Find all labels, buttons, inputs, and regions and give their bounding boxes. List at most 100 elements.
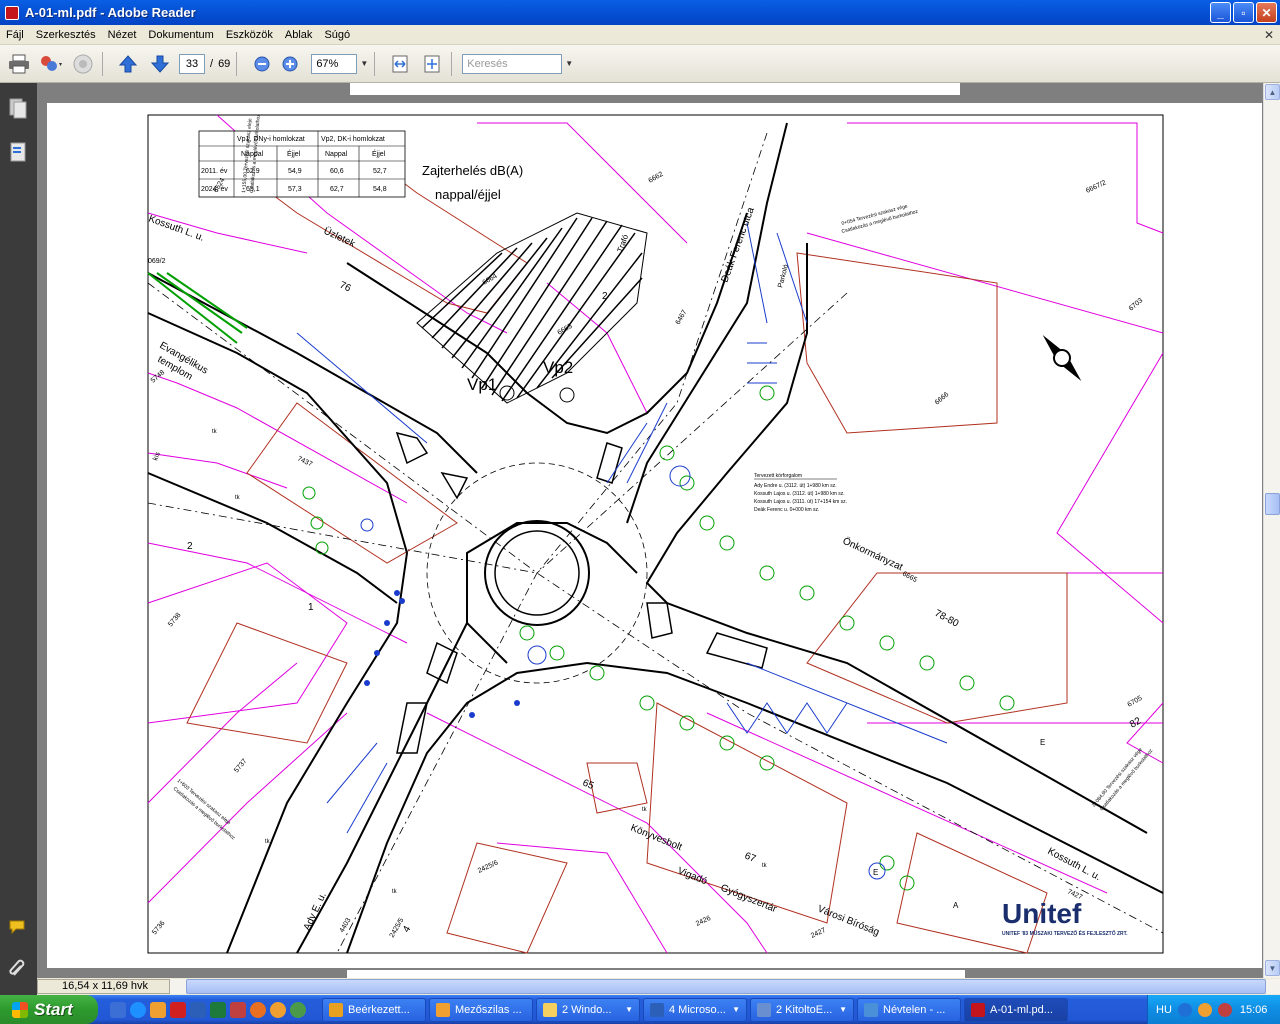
toolbar-separator [451,51,453,76]
word-icon[interactable] [190,1001,206,1018]
close-button[interactable]: ✕ [1256,2,1277,23]
task-button[interactable]: Mezőszilas ... [429,997,533,1022]
attachments-icon[interactable] [8,957,28,979]
scroll-down-icon[interactable]: ▼ [1265,960,1280,976]
vertical-scroll-thumb[interactable] [1265,493,1280,515]
firefox-icon[interactable] [250,1001,266,1018]
bookmarks-icon[interactable] [8,141,28,163]
menu-document[interactable]: Dokumentum [142,29,219,41]
horizontal-scrollbar[interactable] [170,979,1280,994]
noise-table-cell: 54,9 [288,168,302,175]
clock[interactable]: 15:06 [1240,1004,1268,1016]
start-button[interactable]: Start [0,995,98,1024]
logo-subtitle: UNITEF '83 MŰSZAKI TERVEZŐ ÉS FEJLESZTŐ … [1002,929,1128,937]
navigation-pane [0,83,37,995]
zoom-level-input[interactable]: 67% [311,53,358,74]
print-button[interactable] [6,51,32,77]
window-controls: _ ▫ ✕ [1210,2,1277,23]
menu-window[interactable]: Ablak [279,29,319,41]
fit-width-icon [392,55,408,72]
next-page-edge [347,970,965,978]
horizontal-scroll-thumb[interactable] [186,979,1266,994]
title-bar: A-01-ml.pdf - Adobe Reader _ ▫ ✕ [0,0,1280,25]
arrow-up-icon [118,54,138,72]
vertical-scrollbar[interactable]: ▲ ▼ [1263,83,1280,978]
task-label: 2 KitoltoE... [776,1003,833,1016]
adobe-reader-window: A-01-ml.pdf - Adobe Reader _ ▫ ✕ Fájl Sz… [0,0,1280,1024]
fit-page-icon [424,55,440,72]
task-group-arrow-icon: ▼ [839,1005,847,1014]
toolbar: 33 / 69 67% ▼ Keresés ▼ [0,45,1280,83]
pdf-task-icon [971,1002,985,1017]
internet-explorer-icon[interactable] [130,1001,146,1018]
menu-file[interactable]: Fájl [0,29,30,41]
task-button[interactable]: 2 Windo... ▼ [536,997,640,1022]
noise-table-cell: 57,3 [288,186,302,193]
menu-view[interactable]: Nézet [102,29,143,41]
label-house-2b: 2 [602,291,608,302]
scroll-up-icon[interactable]: ▲ [1265,84,1280,100]
task-button[interactable]: Névtelen - ... [857,997,961,1022]
printer-icon [9,54,29,73]
outlook-icon[interactable] [230,1001,246,1018]
paint-task-icon [864,1002,878,1017]
menu-bar: Fájl Szerkesztés Nézet Dokumentum Eszköz… [0,25,1280,45]
document-viewport[interactable]: Vp1, DNy-i homlokzat Vp2, DK-i homlokzat… [37,83,1263,978]
toolbar-separator [374,51,376,76]
fit-page-button[interactable] [419,51,445,77]
fit-width-button[interactable] [387,51,413,77]
task-label: 2 Windo... [562,1003,612,1016]
toolbar-separator [236,51,238,76]
search-input[interactable]: Keresés [462,53,563,74]
chrome-icon[interactable] [290,1001,306,1018]
task-button-active[interactable]: A-01-ml.pd... [964,997,1068,1022]
tray-clock-icon[interactable] [1197,1002,1212,1017]
vp2-label: Vp2 [543,358,573,377]
excel-icon[interactable] [210,1001,226,1018]
page-number-input[interactable]: 33 [179,53,205,74]
clock-icon[interactable] [270,1001,286,1018]
search-dropdown-icon[interactable]: ▼ [565,59,573,68]
document-close-icon[interactable]: ✕ [1264,28,1274,42]
network-icon[interactable] [1177,1002,1192,1017]
outlook-task-icon [329,1002,343,1017]
roundabout-note-line: Deák Ferenc u. 0+000 km sz. [754,507,819,513]
menu-tools[interactable]: Eszközök [220,29,279,41]
share-button[interactable] [38,51,64,77]
noise-table-cell: 60,6 [330,168,344,175]
next-page-button[interactable] [147,51,173,77]
task-button[interactable]: 4 Microso... ▼ [643,997,747,1022]
logo-name: Unitef [1002,898,1082,929]
language-indicator[interactable]: HU [1156,1004,1172,1016]
task-buttons: Beérkezett... Mezőszilas ... 2 Windo... … [322,997,1068,1022]
menu-help[interactable]: Súgó [318,29,356,41]
hand-tool-button[interactable] [70,51,96,77]
total-pages: 69 [218,57,231,70]
maximize-button[interactable]: ▫ [1233,2,1254,23]
minimize-button[interactable]: _ [1210,2,1231,23]
pages-icon[interactable] [8,97,28,119]
symbol-label: E [1040,738,1045,747]
zoom-dropdown-icon[interactable]: ▼ [360,59,368,68]
puzzle-icon[interactable] [170,1001,186,1018]
noise-table-subheader: Éjjel [372,149,386,158]
media-player-icon[interactable] [150,1001,166,1018]
windows-taskbar: Start Beérkezett... Mezőszilas ... 2 Win… [0,995,1280,1024]
roundabout-note-line: Kossuth Lajos u. (3112. út) 1+980 km sz. [754,491,845,497]
task-button[interactable]: Beérkezett... [322,997,426,1022]
noise-table-cell: 62,7 [330,186,344,193]
security-icon[interactable] [1217,1002,1232,1017]
folder-task-icon [543,1002,557,1017]
form-task-icon [757,1002,771,1017]
task-button[interactable]: 2 KitoltoE... ▼ [750,997,854,1022]
collaborate-icon [41,55,62,71]
previous-page-button[interactable] [115,51,141,77]
show-desktop-icon[interactable] [110,1001,126,1018]
zoom-in-icon [282,56,298,71]
symbol-label: E [873,868,878,877]
zoom-out-button[interactable] [249,51,275,77]
site-plan-drawing: Vp1, DNy-i homlokzat Vp2, DK-i homlokzat… [147,114,1164,954]
comments-icon[interactable] [8,917,28,939]
menu-edit[interactable]: Szerkesztés [30,29,102,41]
zoom-in-button[interactable] [277,51,303,77]
